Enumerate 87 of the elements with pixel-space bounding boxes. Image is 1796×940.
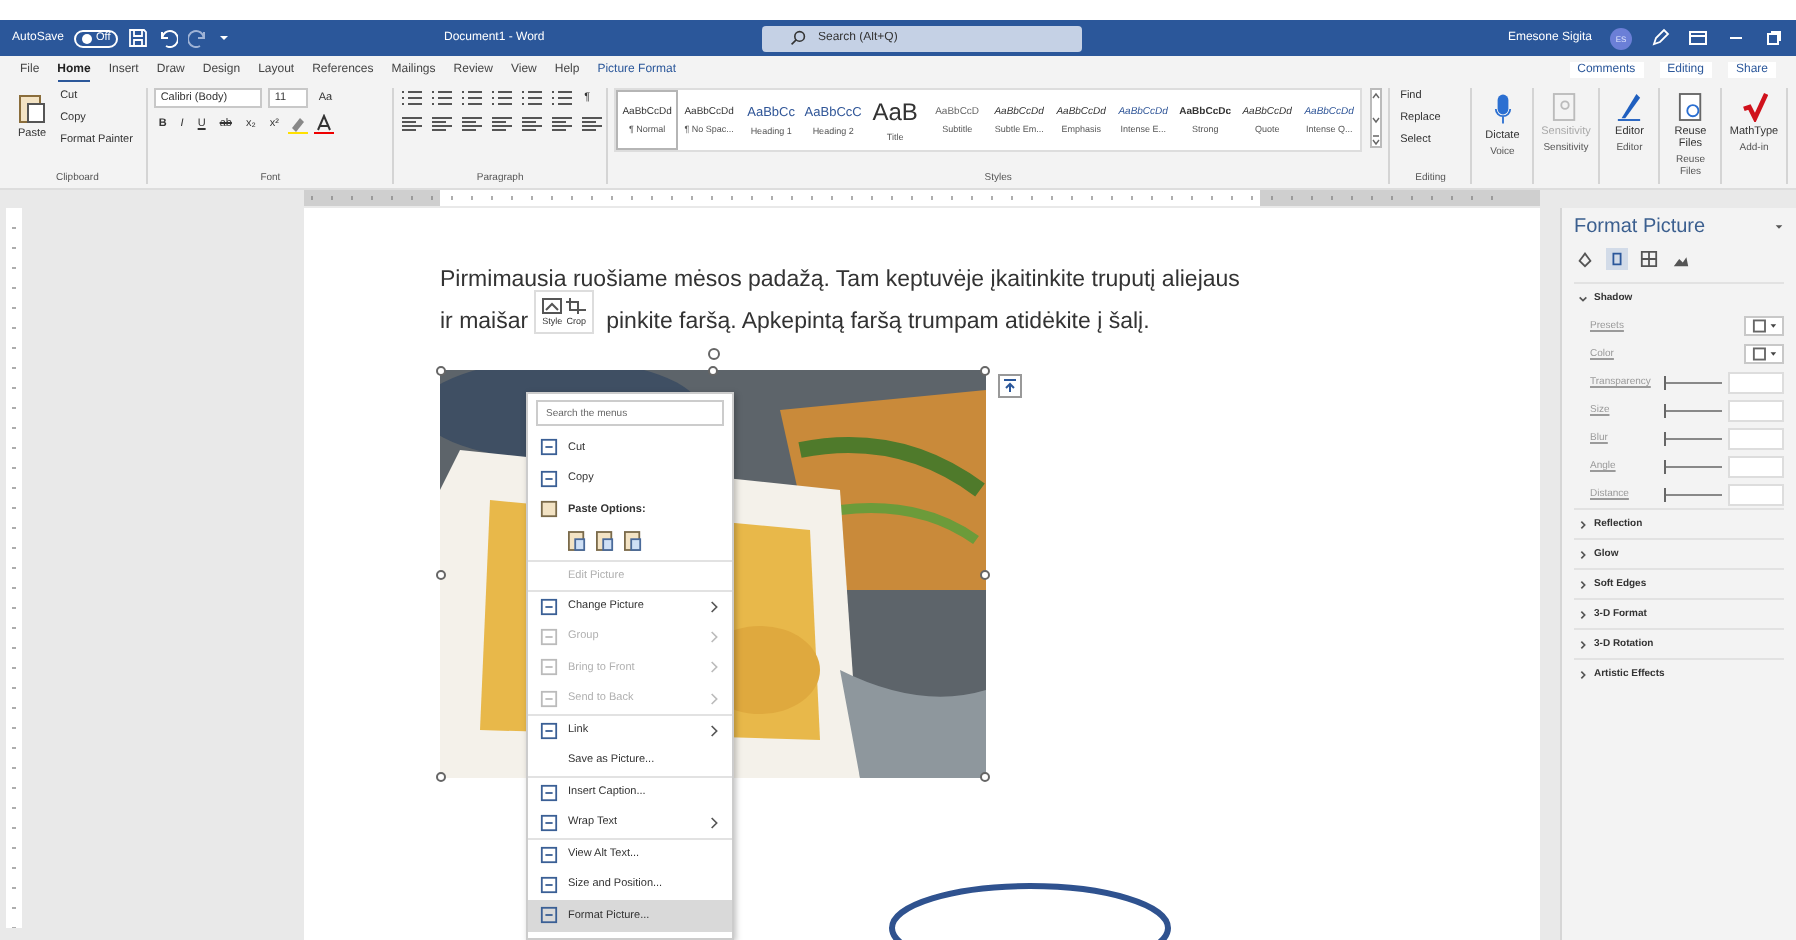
clipboard-icon <box>540 500 558 519</box>
picture-style-icon <box>542 298 563 314</box>
list-icon[interactable] <box>430 88 455 108</box>
pane-tab[interactable] <box>1574 248 1596 270</box>
frame-icon <box>540 906 558 925</box>
chevron-icon <box>710 660 720 675</box>
chevron-icon <box>1578 609 1588 619</box>
align-icon[interactable] <box>520 114 545 134</box>
resize-handle[interactable] <box>980 772 990 782</box>
layout-icon <box>1640 250 1658 268</box>
paste-option-icon[interactable] <box>624 529 642 551</box>
resize-handle[interactable] <box>436 366 446 376</box>
redo-icon[interactable] <box>188 28 209 48</box>
spin-field[interactable] <box>1728 399 1785 421</box>
document-search-icon <box>1677 92 1704 122</box>
search-icon <box>790 30 806 46</box>
frame-icon <box>540 813 558 832</box>
effects-icon <box>1608 250 1626 268</box>
chevron-icon <box>710 723 720 738</box>
frame-icon <box>540 597 558 616</box>
tag-icon <box>1552 92 1579 122</box>
resize-handle[interactable] <box>708 366 718 376</box>
square-icon <box>1751 318 1777 334</box>
square-icon <box>1751 346 1777 362</box>
restore-icon[interactable] <box>1764 28 1784 48</box>
clipboard-icon <box>18 92 47 124</box>
frame-icon <box>540 721 558 740</box>
paragraph-text: ir maišar <box>440 308 529 338</box>
gallery-scroll-icon[interactable] <box>1370 88 1383 148</box>
align-icon[interactable] <box>550 114 575 134</box>
microphone-icon <box>1493 92 1512 126</box>
crop-icon <box>566 298 587 314</box>
resize-handle[interactable] <box>980 366 990 376</box>
frame-icon <box>540 845 558 864</box>
chevron-icon <box>1578 639 1588 649</box>
frame-icon <box>540 658 558 677</box>
frame-icon <box>540 469 558 488</box>
align-icon[interactable] <box>430 114 455 134</box>
spin-field[interactable] <box>1728 455 1785 477</box>
paste-option-icon[interactable] <box>568 529 586 551</box>
dropdown-button[interactable] <box>1744 316 1784 336</box>
list-icon[interactable] <box>460 88 485 108</box>
frame-icon <box>540 689 558 708</box>
root-icon <box>1741 92 1767 122</box>
pen-icon[interactable] <box>1650 28 1670 48</box>
chevron-icon <box>1578 293 1588 303</box>
chevron-icon <box>1578 519 1588 529</box>
resize-handle[interactable] <box>436 570 446 580</box>
chevron-icon <box>710 815 720 830</box>
spin-field[interactable] <box>1728 427 1785 449</box>
save-icon[interactable] <box>128 28 149 48</box>
frame-icon <box>540 875 558 894</box>
font-color-icon[interactable] <box>314 114 335 134</box>
align-icon[interactable] <box>580 114 605 134</box>
layout-options-icon[interactable] <box>998 374 1022 398</box>
chevron-icon <box>1578 549 1588 559</box>
align-icon[interactable] <box>460 114 485 134</box>
rotate-handle[interactable] <box>708 348 720 360</box>
frame-icon <box>540 438 558 457</box>
chevron-icon <box>1578 579 1588 589</box>
fill-icon <box>1576 250 1594 268</box>
list-icon[interactable] <box>520 88 545 108</box>
list-icon[interactable] <box>400 88 425 108</box>
pane-title: Format Picture <box>1574 216 1706 238</box>
caret-icon[interactable] <box>1774 222 1784 232</box>
dropdown-button[interactable] <box>1744 344 1784 364</box>
undo-icon[interactable] <box>158 28 179 48</box>
paragraph-text: pinkite faršą. Apkepintą faršą trumpam atidėkite į šalį. <box>606 308 1150 338</box>
list-icon[interactable] <box>550 88 575 108</box>
pane-tab[interactable] <box>1606 248 1628 270</box>
frame-icon <box>540 783 558 802</box>
resize-handle[interactable] <box>980 570 990 580</box>
frame-icon <box>540 627 558 646</box>
chevron-icon <box>1578 669 1588 679</box>
caret-icon[interactable] <box>218 32 231 44</box>
list-icon[interactable] <box>490 88 515 108</box>
spin-field[interactable] <box>1728 483 1785 505</box>
align-icon[interactable] <box>400 114 425 134</box>
spin-field[interactable] <box>1728 371 1785 393</box>
ribbon-display-icon[interactable] <box>1688 28 1708 48</box>
pane-tab[interactable] <box>1638 248 1660 270</box>
paste-option-icon[interactable] <box>596 529 614 551</box>
pen-icon <box>1616 92 1643 122</box>
align-icon[interactable] <box>490 114 515 134</box>
paragraph-text: Pirmimausia ruošiame mėsos padažą. Tam keptuvėje įkaitinkite truputį aliejaus <box>440 266 1242 296</box>
resize-handle[interactable] <box>436 772 446 782</box>
chevron-icon <box>710 691 720 706</box>
